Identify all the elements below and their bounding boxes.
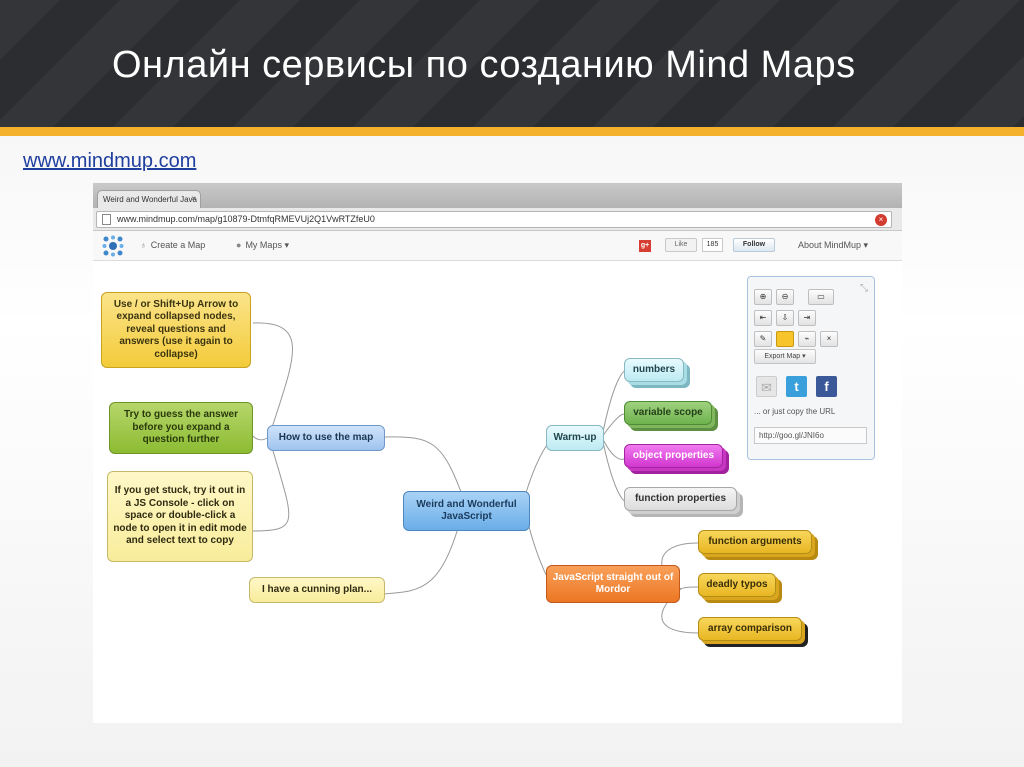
array-comparison-node[interactable]: array comparison [698,617,802,641]
tip-guess-node[interactable]: Try to guess the answer before you expan… [109,402,253,454]
tab-close-icon[interactable]: × [191,194,196,203]
user-icon: ● [236,240,242,250]
move-left-icon[interactable]: ⇤ [754,310,772,326]
tab-title: Weird and Wonderful Java [103,195,197,204]
slide-title: Онлайн сервисы по созданию Mind Maps [112,44,856,86]
mindmup-navbar: ♁ Create a Map ● My Maps ▾ g+ Like 185 Fol… [93,231,902,261]
how-to-use-node[interactable]: How to use the map [267,425,385,451]
tip-expand-node[interactable]: Use / or Shift+Up Arrow to expand collap… [101,292,251,368]
browser-tabbar: Weird and Wonderful Java × [93,183,902,208]
my-maps-menu[interactable]: ● My Maps ▾ [236,240,289,251]
browser-tab[interactable]: Weird and Wonderful Java × [97,190,201,208]
warm-up-node[interactable]: Warm-up [546,425,604,451]
function-properties-node[interactable]: function properties [624,487,737,511]
unlink-icon[interactable]: ⌁ [798,331,816,347]
address-bar[interactable]: www.mindmup.com/map/g10879-DtmfqRMEVUj2Q… [96,211,892,228]
copy-url-text: ... or just copy the URL [754,407,836,416]
header-accent-stripe [0,127,1024,136]
deadly-typos-node[interactable]: deadly typos [698,573,776,597]
object-properties-node[interactable]: object properties [624,444,723,468]
twitter-icon[interactable]: t [786,376,807,397]
page-icon [102,214,111,225]
my-maps-label: My Maps ▾ [245,240,289,250]
address-url: www.mindmup.com/map/g10879-DtmfqRMEVUj2Q… [117,214,375,224]
address-bar-row: www.mindmup.com/map/g10879-DtmfqRMEVUj2Q… [93,208,902,231]
central-node[interactable]: Weird and Wonderful JavaScript [403,491,530,531]
variable-scope-node[interactable]: variable scope [624,401,712,425]
delete-icon[interactable]: × [820,331,838,347]
like-button[interactable]: Like [665,238,697,252]
browser-screenshot: Weird and Wonderful Java × www.mindmup.c… [93,183,902,723]
twitter-follow-button[interactable]: Follow [733,238,775,252]
zoom-out-icon[interactable]: ⊖ [776,289,794,305]
collapse-icon[interactable]: ⤡ [860,283,868,294]
lightbulb-icon: ♁ [140,240,147,250]
short-url-field[interactable]: http://goo.gl/JNI6o [754,427,867,444]
create-map-label: Create a Map [150,240,206,250]
color-swatch-icon[interactable] [776,331,794,347]
pencil-icon[interactable]: ✎ [754,331,772,347]
slide-header: Онлайн сервисы по созданию Mind Maps [0,0,1024,127]
zoom-in-icon[interactable]: ⊕ [754,289,772,305]
tip-stuck-node[interactable]: If you get stuck, try it out in a JS Con… [107,471,253,562]
toolbar-panel: ⤡ ⊕ ⊖ ▭ ⇤ ⇩ ⇥ ✎ ⌁ × Export Map ▾ ✉ t f .… [747,276,875,460]
mindmup-link[interactable]: www.mindmup.com [23,150,196,173]
email-icon[interactable]: ✉ [756,376,777,397]
keyboard-icon[interactable]: ▭ [808,289,834,305]
numbers-node[interactable]: numbers [624,358,684,382]
move-right-icon[interactable]: ⇥ [798,310,816,326]
follow-label: Follow [742,241,766,248]
like-count: 185 [702,238,723,252]
like-label: Like [674,241,688,248]
google-plus-icon[interactable]: g+ [639,240,651,252]
mordor-node[interactable]: JavaScript straight out of Mordor [546,565,680,603]
export-map-button[interactable]: Export Map ▾ [754,349,816,364]
facebook-icon[interactable]: f [816,376,837,397]
mindmap-canvas[interactable]: Use / or Shift+Up Arrow to expand collap… [93,261,902,723]
download-icon[interactable]: ⇩ [776,310,794,326]
create-map-link[interactable]: ♁ Create a Map [140,240,205,250]
about-mindmup-menu[interactable]: About MindMup ▾ [798,240,868,251]
function-arguments-node[interactable]: function arguments [698,530,812,554]
mindmup-logo[interactable] [102,235,124,257]
stop-icon[interactable]: × [875,214,887,226]
cunning-plan-node[interactable]: I have a cunning plan... [249,577,385,603]
